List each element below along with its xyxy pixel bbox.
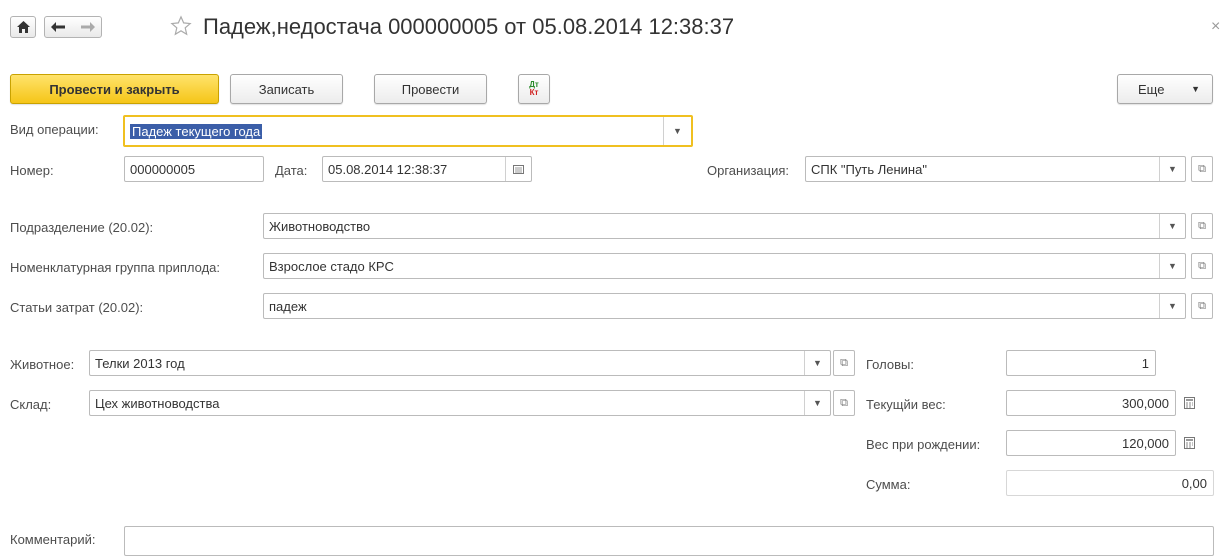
post-button[interactable]: Провести bbox=[374, 74, 487, 104]
calculator-icon[interactable] bbox=[1178, 390, 1200, 416]
weight-field[interactable]: 300,000 bbox=[1006, 390, 1176, 416]
comment-field[interactable] bbox=[124, 526, 1214, 556]
chevron-down-icon[interactable]: ▼ bbox=[804, 351, 830, 375]
nomgroup-value: Взрослое стадо КРС bbox=[269, 258, 394, 274]
org-select[interactable]: СПК "Путь Ленина" ▼ bbox=[805, 156, 1186, 182]
warehouse-label: Склад: bbox=[10, 397, 52, 412]
animal-label: Животное: bbox=[10, 357, 75, 372]
chevron-down-icon[interactable]: ▼ bbox=[1159, 157, 1185, 181]
more-button[interactable]: Еще ▼ bbox=[1117, 74, 1213, 104]
warehouse-value: Цех животноводства bbox=[95, 395, 220, 411]
open-form-icon[interactable]: ⧉ bbox=[833, 390, 855, 416]
chevron-down-icon[interactable]: ▼ bbox=[663, 117, 691, 145]
animal-select[interactable]: Телки 2013 год ▼ bbox=[89, 350, 831, 376]
org-label: Организация: bbox=[707, 163, 790, 178]
open-form-icon[interactable]: ⧉ bbox=[1191, 253, 1213, 279]
chevron-down-icon[interactable]: ▼ bbox=[804, 391, 830, 415]
dt-kt-icon: Дт Кт bbox=[529, 80, 539, 97]
calendar-icon[interactable] bbox=[505, 157, 531, 181]
warehouse-select[interactable]: Цех животноводства ▼ bbox=[89, 390, 831, 416]
heads-field[interactable]: 1 bbox=[1006, 350, 1156, 376]
chevron-down-icon[interactable]: ▼ bbox=[1159, 294, 1185, 318]
number-label: Номер: bbox=[10, 163, 54, 178]
sum-field: 0,00 bbox=[1006, 470, 1214, 496]
weight-label: Текущйи вес: bbox=[866, 397, 946, 412]
home-icon bbox=[16, 21, 30, 33]
arrow-right-icon bbox=[81, 22, 95, 32]
date-field[interactable]: 05.08.2014 12:38:37 bbox=[322, 156, 532, 182]
open-form-icon[interactable]: ⧉ bbox=[833, 350, 855, 376]
chevron-down-icon[interactable]: ▼ bbox=[1159, 214, 1185, 238]
date-label: Дата: bbox=[275, 163, 308, 178]
dt-kt-button[interactable]: Дт Кт bbox=[518, 74, 550, 104]
cost-value: падеж bbox=[269, 298, 307, 314]
nomgroup-label: Номенклатурная группа приплода: bbox=[10, 260, 220, 275]
close-icon[interactable]: × bbox=[1211, 18, 1220, 36]
date-value: 05.08.2014 12:38:37 bbox=[328, 161, 448, 177]
page-title: Падеж,недостача 000000005 от 05.08.2014 … bbox=[203, 14, 735, 39]
more-label: Еще bbox=[1138, 81, 1165, 97]
favorite-star-button[interactable] bbox=[170, 15, 192, 40]
home-button[interactable] bbox=[10, 16, 36, 38]
open-form-icon[interactable]: ⧉ bbox=[1191, 293, 1213, 319]
operation-select[interactable]: Падеж текущего года ▼ bbox=[123, 115, 693, 147]
animal-value: Телки 2013 год bbox=[95, 355, 185, 371]
star-icon bbox=[170, 15, 192, 36]
cost-select[interactable]: падеж ▼ bbox=[263, 293, 1186, 319]
post-and-close-button[interactable]: Провести и закрыть bbox=[10, 74, 219, 104]
operation-value: Падеж текущего года bbox=[130, 123, 263, 139]
sum-label: Сумма: bbox=[866, 477, 911, 492]
number-field[interactable]: 000000005 bbox=[124, 156, 264, 182]
chevron-down-icon[interactable]: ▼ bbox=[1159, 254, 1185, 278]
birth-weight-label: Вес при рождении: bbox=[866, 437, 981, 452]
open-form-icon[interactable]: ⧉ bbox=[1191, 213, 1213, 239]
chevron-down-icon: ▼ bbox=[1191, 84, 1200, 94]
heads-label: Головы: bbox=[866, 357, 914, 372]
nav-buttons-group bbox=[44, 16, 102, 38]
division-value: Животноводство bbox=[269, 218, 371, 234]
arrow-left-icon bbox=[51, 22, 65, 32]
division-select[interactable]: Животноводство ▼ bbox=[263, 213, 1186, 239]
save-button[interactable]: Записать bbox=[230, 74, 343, 104]
open-form-icon[interactable]: ⧉ bbox=[1191, 156, 1213, 182]
back-button[interactable] bbox=[51, 22, 65, 32]
calculator-icon[interactable] bbox=[1178, 430, 1200, 456]
forward-button[interactable] bbox=[81, 22, 95, 32]
division-label: Подразделение (20.02): bbox=[10, 220, 154, 235]
comment-label: Комментарий: bbox=[10, 532, 96, 547]
operation-label: Вид операции: bbox=[10, 122, 99, 137]
nomgroup-select[interactable]: Взрослое стадо КРС ▼ bbox=[263, 253, 1186, 279]
birth-weight-field[interactable]: 120,000 bbox=[1006, 430, 1176, 456]
org-value: СПК "Путь Ленина" bbox=[811, 161, 927, 177]
cost-label: Статьи затрат (20.02): bbox=[10, 300, 144, 315]
